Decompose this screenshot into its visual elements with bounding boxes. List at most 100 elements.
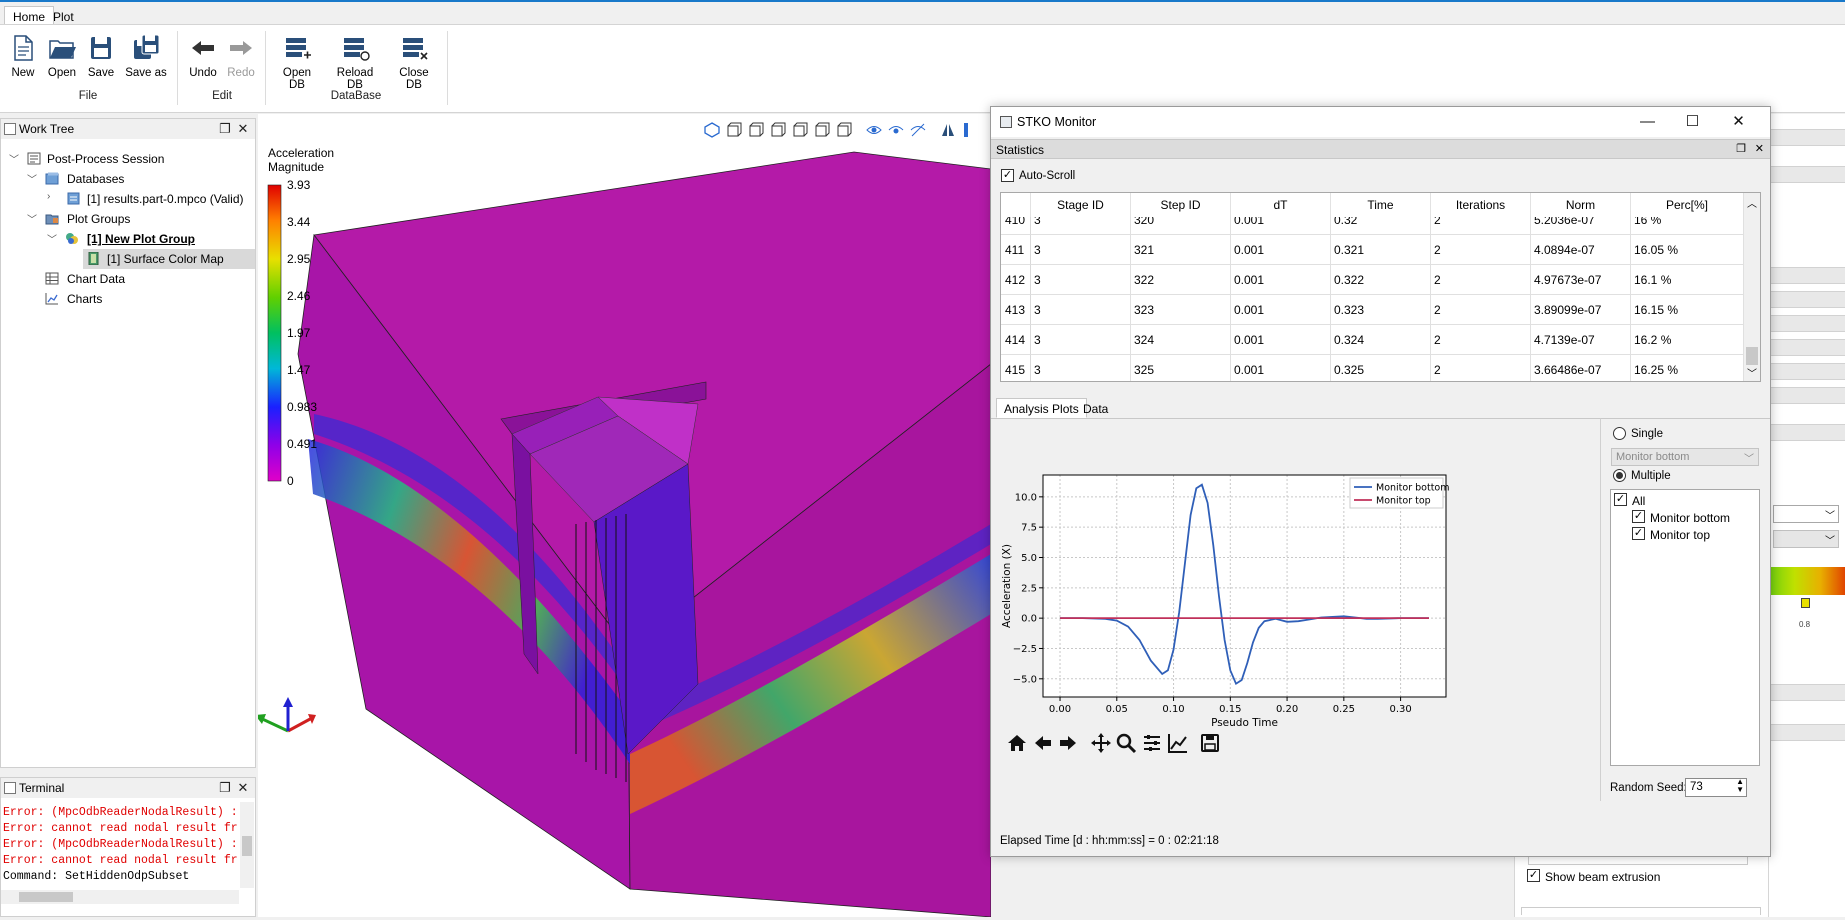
monitor-title-bar[interactable]: STKO Monitor — ☐ ✕ (991, 107, 1770, 137)
table-cell[interactable]: 0.001 (1231, 265, 1331, 295)
scroll-thumb[interactable] (19, 892, 73, 902)
table-cell[interactable]: 0.001 (1231, 235, 1331, 265)
table-cell[interactable]: 3 (1031, 295, 1131, 325)
tab-plot[interactable]: Plot (44, 6, 83, 26)
view-top-icon[interactable] (814, 122, 830, 138)
view-right-icon[interactable] (792, 122, 808, 138)
tree-item-databases[interactable]: ﹀ Databases (1, 169, 255, 189)
table-cell[interactable]: 0.001 (1231, 355, 1331, 381)
table-cell[interactable]: 0.321 (1331, 235, 1431, 265)
open-button[interactable]: Open (46, 33, 78, 79)
table-cell[interactable]: 0.322 (1331, 265, 1431, 295)
table-cell[interactable]: 3 (1031, 265, 1131, 295)
table-cell[interactable]: 321 (1131, 235, 1231, 265)
chevron-down-icon[interactable]: ﹀ (27, 211, 39, 226)
table-cell[interactable]: 3 (1031, 325, 1131, 355)
random-seed-spinbox[interactable]: 73 ▲ ▼ (1685, 778, 1747, 797)
column-header[interactable]: Stage ID (1031, 193, 1131, 217)
panel-toggle-icon[interactable] (960, 122, 976, 138)
chevron-up-icon[interactable]: ︿ (1747, 195, 1757, 210)
chevron-down-icon[interactable]: ﹀ (1747, 365, 1757, 380)
ramp-marker[interactable] (1801, 598, 1810, 608)
row-header[interactable]: 411 (1001, 235, 1031, 265)
tree-item-surface-color-map[interactable]: [1] Surface Color Map (83, 249, 255, 269)
tree-item-charts[interactable]: Charts (1, 289, 255, 309)
save-figure-icon[interactable] (1199, 732, 1221, 754)
save-button[interactable]: Save (86, 33, 116, 79)
chevron-down-icon[interactable]: ﹀ (47, 231, 59, 246)
table-cell[interactable]: 322 (1131, 265, 1231, 295)
redo-button[interactable]: Redo (226, 33, 256, 79)
close-panel-icon[interactable]: ✕ (235, 121, 251, 137)
show-beam-extrusion-checkbox[interactable]: ✓ (1527, 869, 1540, 882)
chevron-right-icon[interactable]: › (47, 191, 59, 202)
table-cell[interactable]: 3 (1031, 355, 1131, 381)
undo-button[interactable]: Undo (188, 33, 218, 79)
tree-item-plot-groups[interactable]: ﹀ Plot Groups (1, 209, 255, 229)
pan-icon[interactable] (1090, 732, 1112, 754)
column-header[interactable]: Iterations (1431, 193, 1531, 217)
maximize-icon[interactable]: ☐ (1670, 109, 1715, 135)
minimize-icon[interactable]: — (1625, 109, 1670, 135)
table-cell[interactable]: 2 (1431, 325, 1531, 355)
close-panel-icon[interactable]: ✕ (1755, 142, 1764, 155)
table-cell[interactable]: 325 (1131, 355, 1231, 381)
mesh-render[interactable] (255, 114, 992, 918)
table-cell[interactable]: 0.001 (1231, 295, 1331, 325)
float-panel-icon[interactable]: ❐ (217, 780, 233, 796)
table-vertical-scrollbar[interactable]: ︿ ﹀ (1743, 193, 1760, 381)
acceleration-chart[interactable]: 0.00 0.05 0.10 0.15 0.20 0.25 0.30 −5.0 −2.5 0.0 2… (991, 419, 1600, 729)
eye-icon[interactable] (866, 122, 882, 138)
tree-item-results-db[interactable]: › [1] results.part-0.mpco (Valid) (1, 189, 255, 209)
back-arrow-icon[interactable] (1032, 732, 1054, 754)
table-cell[interactable]: 2 (1431, 355, 1531, 381)
column-header[interactable]: Time (1331, 193, 1431, 217)
table-cell[interactable]: 4.7139e-07 (1531, 325, 1631, 355)
property-dropdown[interactable]: ﹀ (1773, 505, 1839, 523)
new-button[interactable]: New (8, 33, 38, 79)
multiple-radio[interactable] (1613, 469, 1626, 482)
scroll-thumb[interactable] (1746, 347, 1758, 365)
terminal-horizontal-scrollbar[interactable] (1, 890, 239, 904)
edit-axis-icon[interactable] (1167, 732, 1189, 754)
open-db-button[interactable]: Open DB (274, 33, 320, 91)
chevron-down-icon[interactable]: ﹀ (9, 151, 21, 166)
table-cell[interactable]: 4.97673e-07 (1531, 265, 1631, 295)
column-header[interactable]: Step ID (1131, 193, 1231, 217)
table-cell[interactable]: 3.66486e-07 (1531, 355, 1631, 381)
view-bottom-icon[interactable] (836, 122, 852, 138)
table-cell[interactable]: 3 (1031, 235, 1131, 265)
auto-scroll-checkbox[interactable]: ✓ (1001, 169, 1014, 182)
single-radio[interactable] (1613, 427, 1626, 440)
row-header[interactable]: 414 (1001, 325, 1031, 355)
row-header[interactable]: 415 (1001, 355, 1031, 381)
spinbox-arrows-icon[interactable]: ▲ ▼ (1736, 778, 1744, 794)
view-back-icon[interactable] (748, 122, 764, 138)
table-cell[interactable]: 0.323 (1331, 295, 1431, 325)
float-panel-icon[interactable]: ❐ (1736, 142, 1746, 155)
table-cell[interactable]: 0.325 (1331, 355, 1431, 381)
zoom-icon[interactable] (1115, 732, 1137, 754)
table-cell[interactable]: 2 (1431, 265, 1531, 295)
table-cell[interactable]: 0.324 (1331, 325, 1431, 355)
table-cell[interactable]: 16.05 % (1631, 235, 1744, 265)
table-cell[interactable]: 324 (1131, 325, 1231, 355)
float-panel-icon[interactable]: ❐ (217, 121, 233, 137)
column-header[interactable]: dT (1231, 193, 1331, 217)
mirror-icon[interactable] (940, 122, 956, 138)
table-cell[interactable]: 16.1 % (1631, 265, 1744, 295)
property-dropdown[interactable]: ﹀ (1773, 530, 1839, 548)
table-cell[interactable]: 3.89099e-07 (1531, 295, 1631, 325)
column-header[interactable]: Norm (1531, 193, 1631, 217)
eye-show-icon[interactable] (888, 122, 904, 138)
single-series-select[interactable]: Monitor bottom ﹀ (1611, 448, 1759, 466)
configure-subplots-icon[interactable] (1141, 732, 1163, 754)
column-header[interactable]: Perc[%] (1631, 193, 1744, 217)
monitor-bottom-checkbox[interactable]: ✓ (1632, 510, 1645, 523)
table-cell[interactable]: 16.25 % (1631, 355, 1744, 381)
monitor-top-checkbox[interactable]: ✓ (1632, 527, 1645, 540)
reload-db-button[interactable]: Reload DB (328, 33, 382, 91)
table-cell[interactable]: 4.0894e-07 (1531, 235, 1631, 265)
close-icon[interactable]: ✕ (1716, 109, 1761, 135)
table-cell[interactable]: 323 (1131, 295, 1231, 325)
